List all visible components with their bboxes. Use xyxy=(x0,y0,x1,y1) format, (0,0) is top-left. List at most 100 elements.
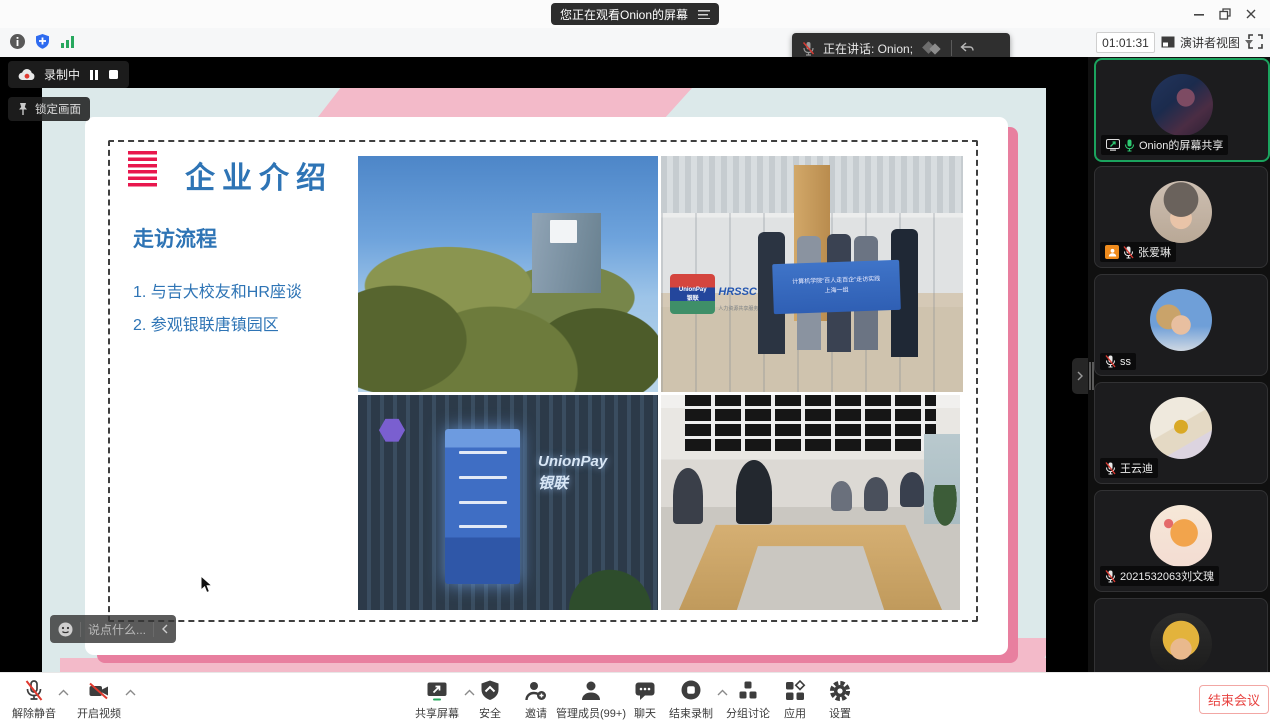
end-meeting-button[interactable]: 结束会议 xyxy=(1199,685,1269,714)
toast-separator xyxy=(951,40,952,56)
sign-text-line xyxy=(459,501,507,504)
minimize-icon xyxy=(1193,8,1205,20)
start-video-label: 开启视频 xyxy=(77,705,121,721)
presentation-slide-view: 企业介绍 走访流程 1. 与吉大校友和HR座谈 2. 参观银联唐镇园区 Unio… xyxy=(42,88,1046,672)
collapse-left-icon[interactable] xyxy=(161,624,168,634)
watching-screen-label: 您正在观看Onion的屏幕 xyxy=(560,6,688,23)
watching-screen-pill[interactable]: 您正在观看Onion的屏幕 xyxy=(551,3,719,25)
slide-title: 企业介绍 xyxy=(185,153,333,197)
chat-separator xyxy=(153,622,154,637)
pause-recording-button[interactable] xyxy=(88,69,100,81)
shared-screen-area: 企业介绍 走访流程 1. 与吉大校友和HR座谈 2. 参观银联唐镇园区 Unio… xyxy=(0,57,1088,672)
slide-bullet-1: 1. 与吉大校友和HR座谈 xyxy=(133,278,302,302)
slide-bullet-2: 2. 参观银联唐镇园区 xyxy=(133,311,279,335)
participant-name: 2021532063刘文瑰 xyxy=(1120,568,1214,584)
restore-icon xyxy=(1219,8,1231,20)
meeting-table xyxy=(679,513,942,610)
participant-tile-partial[interactable] xyxy=(1094,598,1268,672)
fullscreen-icon xyxy=(1247,33,1264,50)
blue-signboard xyxy=(445,429,520,584)
stop-record-icon xyxy=(679,679,703,703)
camera-off-icon xyxy=(87,679,111,703)
recording-indicator: 录制中 xyxy=(8,61,129,88)
slide-bg-pink-top xyxy=(318,88,692,117)
lock-view-label: 锁定画面 xyxy=(35,101,81,117)
photo-unionpay-wall: UnionPay 银联 xyxy=(358,395,658,610)
unionpay-logo-card: UnionPay 银联 xyxy=(670,274,715,314)
chat-placeholder[interactable]: 说点什么... xyxy=(88,621,146,638)
participant-label: 王云迪 xyxy=(1100,458,1158,478)
sign-text-line xyxy=(459,451,507,454)
person-silhouette xyxy=(900,472,924,506)
menu-icon[interactable] xyxy=(698,10,710,19)
hex-light xyxy=(379,419,405,442)
back-arrow-icon[interactable] xyxy=(960,42,974,54)
person-silhouette xyxy=(673,468,703,524)
video-options-caret[interactable] xyxy=(125,689,136,696)
participant-name: 王云迪 xyxy=(1120,460,1153,476)
network-signal-icon[interactable] xyxy=(60,35,77,52)
mic-muted-icon xyxy=(1105,355,1116,368)
sidebar-drag-handle[interactable] xyxy=(1089,362,1094,390)
minimize-button[interactable] xyxy=(1190,6,1208,22)
participant-label: Onion的屏幕共享 xyxy=(1101,135,1228,155)
building-sign xyxy=(550,220,577,244)
info-icon[interactable] xyxy=(9,33,26,50)
participant-tile[interactable]: ss xyxy=(1094,274,1268,376)
mic-on-icon xyxy=(1124,139,1135,152)
person-silhouette xyxy=(864,477,888,511)
recording-label: 录制中 xyxy=(44,66,80,83)
participant-tile[interactable]: 张爱琳 xyxy=(1094,166,1268,268)
sidebar-collapse-tab[interactable] xyxy=(1072,358,1088,394)
mic-muted-icon xyxy=(1123,246,1134,259)
end-meeting-label: 结束会议 xyxy=(1208,690,1260,709)
shield-protect-icon[interactable] xyxy=(34,33,51,50)
blue-banner: 计算机学院“百人走百企”走访实践 上海一组 xyxy=(772,260,900,314)
unmute-label: 解除静音 xyxy=(12,705,56,721)
settings-button[interactable]: 设置 xyxy=(798,679,882,721)
participant-label: ss xyxy=(1100,353,1136,370)
slide-bg-pink-strip xyxy=(60,658,1046,672)
participant-name: ss xyxy=(1120,356,1131,368)
emoji-smiley-icon[interactable] xyxy=(58,622,73,637)
invite-label: 邀请 xyxy=(525,705,547,721)
avatar xyxy=(1150,397,1212,459)
meeting-time-value: 01:01:31 xyxy=(1102,36,1149,50)
participant-tile[interactable]: 王云迪 xyxy=(1094,382,1268,484)
cloud-record-icon xyxy=(18,68,36,81)
mic-muted-icon xyxy=(23,679,45,703)
chat-separator xyxy=(80,622,81,637)
lock-view-button[interactable]: 锁定画面 xyxy=(8,97,90,121)
speaking-toast-text: 正在讲话: Onion; xyxy=(823,40,913,57)
fullscreen-button[interactable] xyxy=(1247,33,1264,50)
close-button[interactable] xyxy=(1242,6,1260,22)
pin-icon xyxy=(17,102,29,116)
participant-label: 2021532063刘文瑰 xyxy=(1100,566,1219,586)
slide-section-heading: 走访流程 xyxy=(133,223,217,253)
view-mode-selector[interactable]: 演讲者视图 xyxy=(1161,32,1253,52)
member-badge-icon xyxy=(1105,245,1119,259)
mic-muted-icon xyxy=(1105,570,1116,583)
stop-recording-button[interactable] xyxy=(108,69,119,80)
participant-tile-onion-screen-share[interactable]: Onion的屏幕共享 xyxy=(1094,58,1270,162)
slide-card: 企业介绍 走访流程 1. 与吉大校友和HR座谈 2. 参观银联唐镇园区 Unio… xyxy=(85,117,1008,655)
skylight-grid xyxy=(685,395,936,451)
plant-shape xyxy=(562,563,658,610)
unionpay-wall-logo: UnionPay 银联 xyxy=(538,451,607,496)
hrssc-logo: HRSSC xyxy=(718,286,757,298)
avatar xyxy=(1150,181,1212,243)
restore-button[interactable] xyxy=(1216,6,1234,22)
settings-gear-icon xyxy=(828,679,852,703)
speaker-view-icon xyxy=(1161,36,1175,48)
mic-muted-icon xyxy=(802,41,815,56)
person-silhouette xyxy=(831,481,852,511)
sign-text-line xyxy=(459,476,507,479)
sign-text-line xyxy=(459,525,507,528)
chat-quick-bubble[interactable]: 说点什么... xyxy=(50,615,176,643)
start-video-button[interactable]: 开启视频 xyxy=(57,679,141,721)
avatar xyxy=(1151,74,1213,136)
meeting-toolbar: 解除静音 开启视频 共享屏幕 安全 邀请 xyxy=(0,672,1270,721)
participant-tile[interactable]: 2021532063刘文瑰 xyxy=(1094,490,1268,592)
unionpay-wall-en: UnionPay xyxy=(538,451,607,474)
avatar xyxy=(1150,289,1212,351)
